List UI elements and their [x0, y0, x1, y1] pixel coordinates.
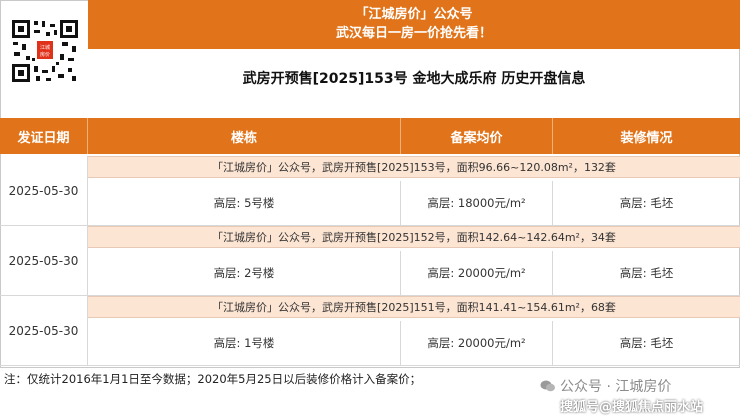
table-row-price: 高层: 20000元/m²: [401, 321, 553, 366]
table-row-decoration: 高层: 毛坯: [553, 321, 740, 366]
banner-line-2: 武汉每日一房一价抢先看！: [335, 26, 492, 41]
table-row-price: 高层: 20000元/m²: [401, 251, 553, 296]
table-row-building: 高层: 5号楼: [88, 181, 401, 226]
table-row-summary: 「江城房价」公众号，武房开预售[2025]152号，面积142.64~142.6…: [88, 226, 740, 248]
table-row-date: 2025-05-30: [0, 156, 88, 226]
table-row-decoration: 高层: 毛坯: [553, 251, 740, 296]
header-decoration: 装修情况: [553, 118, 740, 154]
promo-banner: 「江城房价」公众号 武汉每日一房一价抢先看！: [88, 0, 740, 49]
qr-logo-text: 江城: [40, 44, 50, 51]
footnote: 注：仅统计2016年1月1日至今数据；2020年5月25日以后装修价格计入备案价…: [4, 372, 422, 386]
table-row-date: 2025-05-30: [0, 296, 88, 366]
banner-line-1: 「江城房价」公众号: [355, 7, 473, 22]
qr-code: 江城 房价: [10, 18, 80, 84]
wechat-icon: [540, 380, 555, 392]
page-title: 武房开预售[2025]153号 金地大成乐府 历史开盘信息: [242, 71, 586, 87]
table-row-building: 高层: 1号楼: [88, 321, 401, 366]
watermark-account-text: 公众号 · 江城房价: [560, 379, 672, 395]
header-date: 发证日期: [0, 118, 88, 154]
watermark-account: 公众号 · 江城房价: [540, 376, 671, 396]
table-row-building: 高层: 2号楼: [88, 251, 401, 296]
header-price: 备案均价: [401, 118, 553, 154]
watermark-source: 搜狐号@搜狐焦点丽水站: [560, 400, 704, 415]
svg-text:房价: 房价: [40, 51, 50, 58]
table-row-date: 2025-05-30: [0, 226, 88, 296]
table-row-summary: 「江城房价」公众号，武房开预售[2025]151号，面积141.41~154.6…: [88, 296, 740, 318]
header-building: 楼栋: [88, 118, 401, 154]
table-row-summary: 「江城房价」公众号，武房开预售[2025]153号，面积96.66~120.08…: [88, 156, 740, 178]
table-row-decoration: 高层: 毛坯: [553, 181, 740, 226]
table-row-price: 高层: 18000元/m²: [401, 181, 553, 226]
